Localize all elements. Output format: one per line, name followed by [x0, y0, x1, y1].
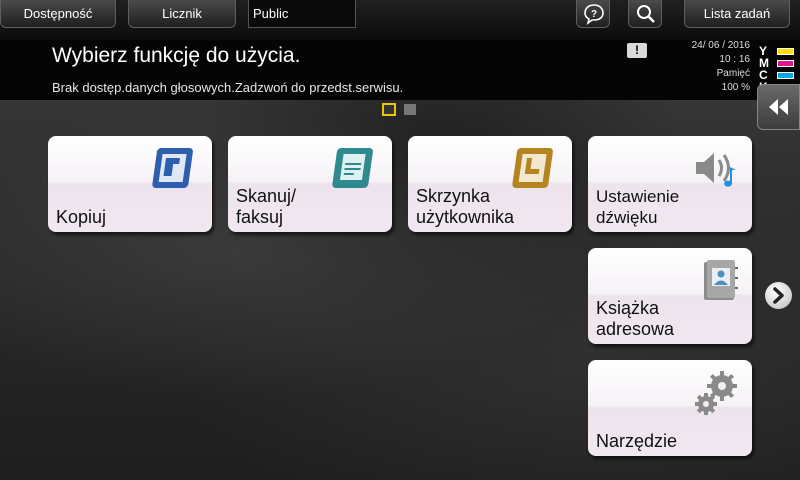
collapse-panel-button[interactable] — [757, 84, 800, 130]
toner-level-bar — [777, 60, 794, 67]
job-list-button[interactable]: Lista zadań — [684, 0, 790, 28]
tile-label-line: faksuj — [236, 207, 284, 227]
scan-fax-icon — [332, 148, 373, 188]
warning-icon[interactable]: ! — [627, 43, 647, 58]
memory-value: 100 % — [721, 82, 750, 93]
main-message: Wybierz funkcję do użycia. — [52, 44, 301, 67]
top-bar: Dostępność Licznik Public ? Lista zadań — [0, 0, 800, 40]
tile-label-line: użytkownika — [416, 207, 515, 227]
date: 24/ 06 / 2016 — [691, 40, 750, 51]
tile-label-line: Ustawienie — [596, 187, 680, 206]
sound-settings-tile[interactable]: Ustawienie dźwięku — [588, 136, 752, 232]
tile-label: Skanuj/ faksuj — [236, 186, 296, 228]
memory-label: Pamięć — [716, 68, 750, 79]
tile-label-line: dźwięku — [596, 208, 658, 227]
service-message: Brak dostęp.danych głosowych.Zadzwoń do … — [52, 80, 404, 95]
tile-label-line: Skanuj/ — [236, 186, 297, 206]
help-icon: ? — [584, 4, 604, 25]
address-book-tile[interactable]: Książka adresowa — [588, 248, 752, 344]
toner-level-bar — [777, 72, 794, 79]
help-button[interactable]: ? — [576, 0, 610, 28]
user-field[interactable]: Public — [248, 0, 356, 28]
chevron-right-icon — [773, 287, 784, 304]
tile-label-line: adresowa — [596, 319, 675, 339]
address-book-icon — [704, 260, 738, 300]
tile-label-line: Książka — [596, 298, 660, 318]
tile-label: Narzędzie — [596, 431, 678, 451]
page-dot-active[interactable] — [382, 103, 396, 116]
utility-tile[interactable]: Narzędzie — [588, 360, 752, 456]
tile-label: Skrzynka użytkownika — [416, 186, 514, 228]
search-button[interactable] — [628, 0, 662, 28]
toner-level-bar — [777, 48, 794, 55]
copy-icon — [152, 148, 193, 188]
gears-icon — [695, 371, 737, 415]
accessibility-button[interactable]: Dostępność — [0, 0, 116, 28]
double-chevron-left-icon — [769, 99, 788, 115]
page-dot[interactable] — [404, 104, 416, 115]
tile-label: Kopiuj — [56, 207, 107, 227]
copy-tile[interactable]: Kopiuj — [48, 136, 212, 232]
search-icon — [637, 5, 655, 23]
user-box-tile[interactable]: Skrzynka użytkownika — [408, 136, 572, 232]
next-page-button[interactable] — [765, 282, 792, 309]
tile-label: Książka adresowa — [596, 298, 674, 340]
tile-label: Ustawienie dźwięku — [596, 186, 679, 228]
message-area: Wybierz funkcję do użycia. Brak dostęp.d… — [0, 40, 757, 100]
svg-text:?: ? — [591, 9, 597, 20]
tile-label-line: Skrzynka — [416, 186, 491, 206]
scan-fax-tile[interactable]: Skanuj/ faksuj — [228, 136, 392, 232]
counter-button[interactable]: Licznik — [128, 0, 236, 28]
user-box-icon — [512, 148, 553, 188]
time: 10 : 16 — [719, 54, 750, 65]
speaker-icon — [696, 153, 736, 187]
